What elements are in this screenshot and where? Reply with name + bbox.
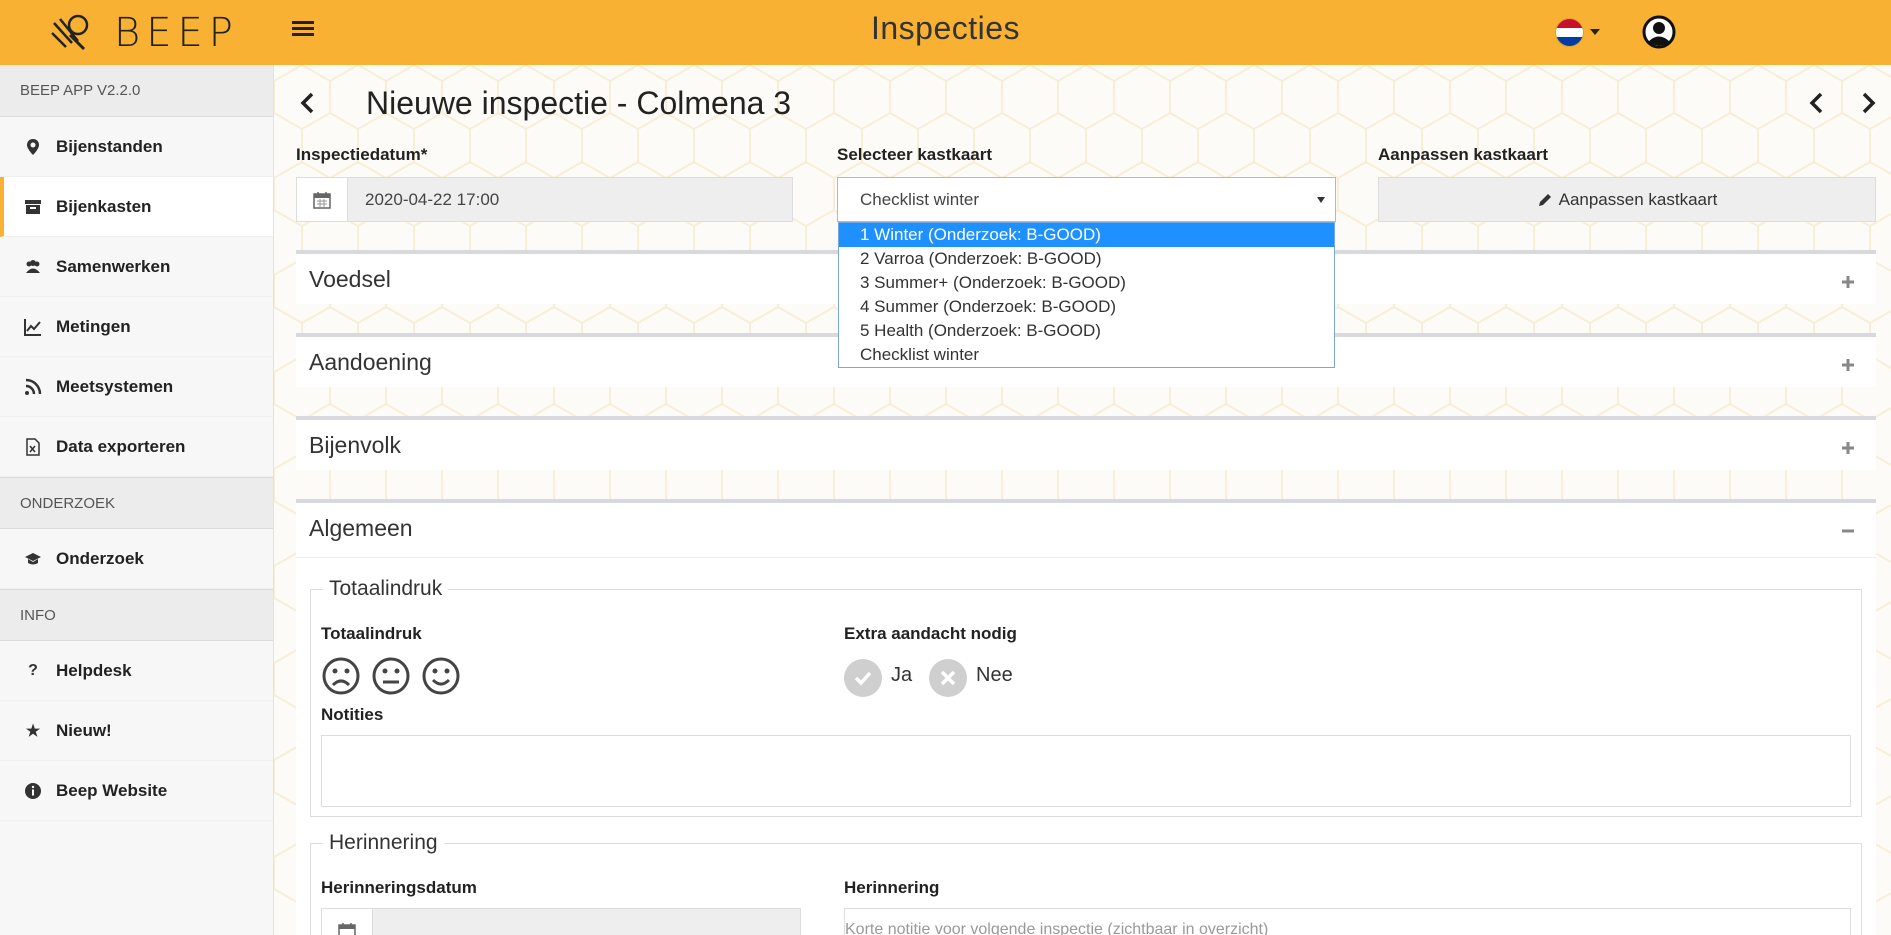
calendar-icon[interactable]: [297, 178, 348, 221]
panel-bijenvolk[interactable]: Bijenvolk: [296, 416, 1876, 470]
graduation-cap-icon: [22, 548, 44, 570]
inspection-date-input[interactable]: 2020-04-22 17:00: [348, 178, 792, 221]
sidebar-item-label: Bijenkasten: [56, 196, 152, 216]
panel-title: Aandoening: [309, 349, 432, 375]
notes-textarea[interactable]: [321, 735, 1851, 807]
checklist-option[interactable]: 3 Summer+ (Onderzoek: B-GOOD): [839, 271, 1334, 295]
back-arrow-icon[interactable]: [298, 91, 318, 115]
sidebar-item-data-exporteren[interactable]: Data exporteren: [0, 417, 273, 477]
check-icon[interactable]: [844, 659, 882, 697]
happy-face-icon[interactable]: [421, 656, 461, 696]
checklist-option[interactable]: 4 Summer (Onderzoek: B-GOOD): [839, 295, 1334, 319]
sidebar-item-meetsystemen[interactable]: Meetsystemen: [0, 357, 273, 417]
star-icon: ★: [25, 722, 41, 740]
archive-icon: [22, 196, 44, 218]
checklist-select[interactable]: Checklist winter: [837, 177, 1336, 222]
reminder-date-input[interactable]: [373, 909, 800, 935]
sidebar-section-info: INFO: [0, 589, 273, 641]
top-bar: BEEP Inspecties: [0, 0, 1891, 65]
sidebar-item-metingen[interactable]: Metingen: [0, 297, 273, 357]
sad-face-icon[interactable]: [321, 656, 361, 696]
fieldset-legend: Herinnering: [323, 831, 444, 855]
sidebar-item-label: Metingen: [56, 316, 131, 336]
attention-yes-label[interactable]: Ja: [891, 664, 912, 687]
reminder-date-label: Herinneringsdatum: [321, 878, 477, 897]
file-excel-icon: [22, 436, 44, 458]
checklist-option[interactable]: 1 Winter (Onderzoek: B-GOOD): [839, 223, 1334, 247]
sidebar-item-label: Nieuw!: [56, 720, 112, 740]
checklist-select-value: Checklist winter: [860, 189, 980, 209]
reminder-date-field[interactable]: [321, 908, 801, 935]
panel-title: Bijenvolk: [309, 432, 402, 458]
question-icon: ?: [28, 661, 38, 679]
sidebar-item-label: Helpdesk: [56, 660, 132, 680]
language-dropdown-caret-icon[interactable]: [1590, 29, 1600, 35]
sidebar-item-label: Beep Website: [56, 780, 168, 800]
neutral-face-icon[interactable]: [371, 656, 411, 696]
pencil-icon: [1538, 193, 1551, 206]
minus-icon[interactable]: [1840, 523, 1856, 539]
impression-label: Totaalindruk: [321, 624, 422, 643]
panel-title[interactable]: Algemeen: [309, 515, 413, 542]
edit-checklist-label: Aanpassen kastkaart: [1378, 145, 1549, 164]
sidebar-item-label: Data exporteren: [56, 436, 186, 456]
edit-checklist-button-label: Aanpassen kastkaart: [1558, 189, 1718, 209]
sidebar-item-label: Bijenstanden: [56, 136, 163, 156]
checklist-option[interactable]: Checklist winter: [839, 343, 1334, 367]
next-inspection-icon[interactable]: [1858, 91, 1878, 115]
sidebar-item-helpdesk[interactable]: ? Helpdesk: [0, 641, 273, 701]
plus-icon[interactable]: [1840, 440, 1856, 456]
sidebar-item-onderzoek[interactable]: Onderzoek: [0, 529, 273, 589]
inspection-date-label: Inspectiedatum*: [296, 145, 428, 164]
language-flag-icon[interactable]: [1555, 18, 1584, 47]
sidebar-section-onderzoek: ONDERZOEK: [0, 477, 273, 529]
previous-inspection-icon[interactable]: [1807, 91, 1827, 115]
sidebar-item-bijenstanden[interactable]: Bijenstanden: [0, 117, 273, 177]
reminder-placeholder: Korte notitie voor volgende inspectie (z…: [845, 921, 1269, 935]
checklist-dropdown: 1 Winter (Onderzoek: B-GOOD) 2 Varroa (O…: [838, 222, 1335, 368]
panel-title: Voedsel: [309, 266, 391, 292]
calendar-icon[interactable]: [322, 909, 373, 935]
reminder-fieldset: Herinnering Herinneringsdatum Herinnerin…: [310, 831, 1862, 935]
checklist-option[interactable]: 5 Health (Onderzoek: B-GOOD): [839, 319, 1334, 343]
inspection-date-field[interactable]: 2020-04-22 17:00: [296, 177, 793, 222]
sidebar-item-label: Onderzoek: [56, 548, 144, 568]
sidebar: BEEP APP V2.2.0 Bijenstanden Bijenkasten…: [0, 65, 274, 935]
user-account-icon[interactable]: [1642, 15, 1676, 49]
page-header-title: Inspecties: [870, 10, 1021, 46]
sidebar-item-bijenkasten[interactable]: Bijenkasten: [0, 177, 273, 237]
reminder-label: Herinnering: [844, 878, 940, 897]
chevron-down-icon: [1317, 197, 1325, 203]
attention-no-label[interactable]: Nee: [976, 664, 1013, 687]
users-icon: [22, 256, 44, 278]
sidebar-item-label: Samenwerken: [56, 256, 171, 276]
sidebar-item-samenwerken[interactable]: Samenwerken: [0, 237, 273, 297]
attention-label: Extra aandacht nodig: [844, 624, 1017, 643]
plus-icon[interactable]: [1840, 357, 1856, 373]
notes-label: Notities: [321, 705, 384, 724]
edit-checklist-button[interactable]: Aanpassen kastkaart: [1378, 177, 1876, 222]
checklist-select-label: Selecteer kastkaart: [837, 145, 993, 164]
page-heading: Nieuwe inspectie - Colmena 3: [294, 79, 1884, 127]
reminder-input[interactable]: Korte notitie voor volgende inspectie (z…: [844, 908, 1851, 935]
close-icon[interactable]: [929, 659, 967, 697]
panel-algemeen: Algemeen Totaalindruk Totaalindruk Extra…: [296, 499, 1876, 935]
sidebar-item-label: Meetsystemen: [56, 376, 174, 396]
sidebar-item-beep-website[interactable]: Beep Website: [0, 761, 273, 821]
sidebar-item-nieuw[interactable]: ★ Nieuw!: [0, 701, 273, 761]
checklist-option[interactable]: 2 Varroa (Onderzoek: B-GOOD): [839, 247, 1334, 271]
line-chart-icon: [22, 316, 44, 338]
fieldset-legend: Totaalindruk: [323, 577, 449, 601]
app-version: BEEP APP V2.2.0: [0, 65, 273, 117]
info-circle-icon: [22, 780, 44, 802]
rss-icon: [22, 376, 44, 398]
overall-impression-fieldset: Totaalindruk Totaalindruk Extra aandacht…: [310, 577, 1862, 817]
plus-icon[interactable]: [1840, 274, 1856, 290]
map-marker-icon: [22, 136, 44, 158]
page-title: Nieuwe inspectie - Colmena 3: [366, 85, 792, 121]
main-content: Nieuwe inspectie - Colmena 3 Inspectieda…: [274, 65, 1891, 935]
